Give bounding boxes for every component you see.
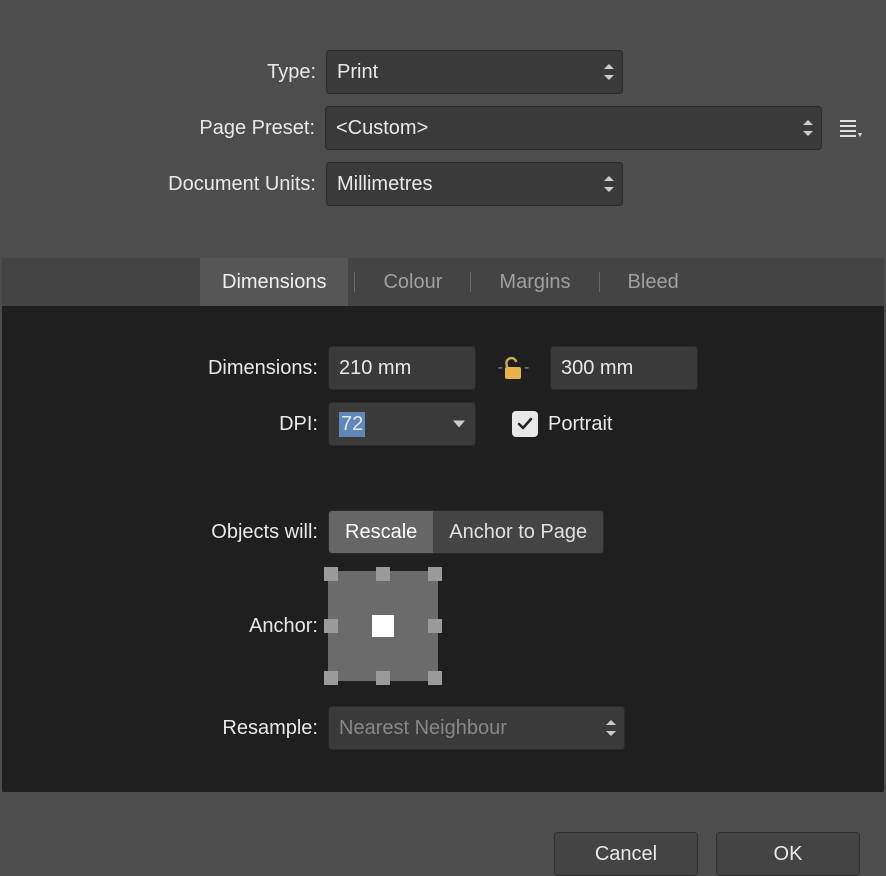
objects-will-label: Objects will: [2, 521, 328, 544]
anchor-handle-tr[interactable] [428, 567, 442, 581]
chevron-down-icon [453, 421, 465, 428]
ok-button[interactable]: OK [716, 832, 860, 876]
page-preset-dropdown[interactable]: <Custom> [325, 106, 822, 150]
dpi-combobox[interactable]: 72 [328, 402, 476, 446]
anchor-handle-ml[interactable] [324, 619, 338, 633]
preset-menu-button[interactable] [834, 112, 866, 144]
tab-margins[interactable]: Margins [477, 258, 592, 306]
segment-rescale[interactable]: Rescale [329, 511, 433, 553]
objects-segmented-control: Rescale Anchor to Page [328, 510, 604, 554]
anchor-handle-tc[interactable] [376, 567, 390, 581]
tab-separator [470, 272, 471, 292]
document-units-label: Document Units: [0, 173, 326, 196]
segment-anchor-to-page[interactable]: Anchor to Page [433, 511, 603, 553]
portrait-checkbox[interactable] [512, 411, 538, 437]
type-dropdown[interactable]: Print [326, 50, 623, 94]
document-units-dropdown[interactable]: Millimetres [326, 162, 623, 206]
tab-separator [599, 272, 600, 292]
spinner-icon [604, 64, 614, 80]
spinner-icon [604, 176, 614, 192]
dpi-value: 72 [339, 412, 365, 437]
resample-dropdown[interactable]: Nearest Neighbour [328, 706, 625, 750]
anchor-handle-mr[interactable] [428, 619, 442, 633]
document-units-value: Millimetres [337, 173, 433, 196]
page-preset-value: <Custom> [336, 117, 428, 140]
tab-bleed[interactable]: Bleed [606, 258, 701, 306]
type-value: Print [337, 61, 378, 84]
type-label: Type: [0, 61, 326, 84]
anchor-handle-tl[interactable] [324, 567, 338, 581]
anchor-handle-br[interactable] [428, 671, 442, 685]
dimensions-label: Dimensions: [2, 357, 328, 380]
spinner-icon [606, 720, 616, 736]
aspect-lock-button[interactable]: - - [488, 356, 538, 380]
dpi-label: DPI: [2, 413, 328, 436]
portrait-label: Portrait [548, 413, 612, 436]
height-value: 300 mm [561, 357, 633, 380]
page-preset-label: Page Preset: [0, 117, 325, 140]
tabs-bar: Dimensions Colour Margins Bleed [2, 258, 884, 306]
height-input[interactable]: 300 mm [550, 346, 698, 390]
anchor-handle-bl[interactable] [324, 671, 338, 685]
anchor-label: Anchor: [2, 615, 328, 638]
anchor-handle-center[interactable] [372, 615, 394, 637]
anchor-selector[interactable] [328, 571, 438, 681]
cancel-button[interactable]: Cancel [554, 832, 698, 876]
width-value: 210 mm [339, 357, 411, 380]
width-input[interactable]: 210 mm [328, 346, 476, 390]
lock-dash: - [524, 359, 528, 377]
resample-label: Resample: [2, 717, 328, 740]
tab-separator [354, 272, 355, 292]
anchor-handle-bc[interactable] [376, 671, 390, 685]
tab-dimensions[interactable]: Dimensions [200, 258, 348, 306]
resample-value: Nearest Neighbour [339, 717, 507, 740]
unlock-icon [502, 356, 524, 380]
spinner-icon [803, 120, 813, 136]
tab-colour[interactable]: Colour [361, 258, 464, 306]
